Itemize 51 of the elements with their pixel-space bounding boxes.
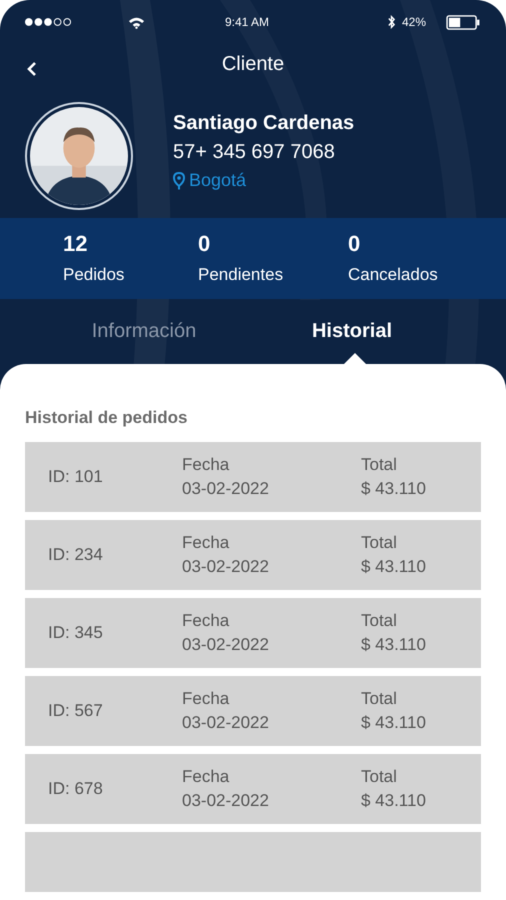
order-date: 03-02-2022: [182, 791, 270, 811]
order-row[interactable]: ID: 234 Fecha 03-02-2022 Total $ 43.110: [25, 520, 481, 590]
date-label: Fecha: [182, 611, 230, 631]
battery-percent: 42%: [402, 15, 426, 30]
location-pin-icon: [173, 172, 185, 190]
order-date: 03-02-2022: [182, 635, 270, 655]
total-label: Total: [361, 611, 398, 631]
order-id: ID: 234: [48, 545, 104, 565]
date-label: Fecha: [182, 455, 230, 475]
screen-title: Cliente: [222, 53, 284, 76]
stat-value: 0: [198, 231, 212, 258]
order-id: ID: 678: [48, 779, 104, 799]
total-label: Total: [361, 689, 398, 709]
order-id: ID: 345: [48, 623, 104, 643]
stat-value: 0: [348, 231, 362, 258]
order-total: $ 43.110: [361, 713, 426, 733]
bluetooth-icon: [386, 15, 396, 30]
order-total: $ 43.110: [361, 791, 426, 811]
order-total: $ 43.110: [361, 557, 426, 577]
order-row[interactable]: ID: 678 Fecha 03-02-2022 Total $ 43.110: [25, 754, 481, 824]
total-label: Total: [361, 767, 398, 787]
signal-icon: [24, 17, 72, 28]
tab[interactable]: Información: [0, 299, 248, 364]
client-name: Santiago Cardenas: [173, 112, 354, 135]
date-label: Fecha: [182, 533, 230, 553]
stat-label: Cancelados: [348, 265, 438, 286]
date-label: Fecha: [182, 767, 230, 787]
order-row[interactable]: ID: 345 Fecha 03-02-2022 Total $ 43.110: [25, 598, 481, 668]
city-label: Bogotá: [189, 170, 246, 191]
order-total: $ 43.110: [361, 479, 426, 499]
status-time: 9:41 AM: [225, 15, 270, 30]
order-date: 03-02-2022: [182, 479, 270, 499]
date-label: Fecha: [182, 689, 230, 709]
order-row[interactable]: ID: 567 Fecha 03-02-2022 Total $ 43.110: [25, 676, 481, 746]
wifi-icon: [128, 16, 145, 29]
total-label: Total: [361, 533, 398, 553]
stat-label: Pedidos: [63, 265, 126, 286]
order-date: 03-02-2022: [182, 713, 270, 733]
tab[interactable]: Historial: [248, 299, 506, 364]
order-date: 03-02-2022: [182, 557, 270, 577]
section-title: Historial de pedidos: [25, 408, 188, 428]
total-label: Total: [361, 455, 398, 475]
order-id: ID: 101: [48, 467, 104, 487]
order-total: $ 43.110: [361, 635, 426, 655]
order-id: ID: 567: [48, 701, 104, 721]
stat-value: 12: [63, 231, 88, 258]
battery-icon: [446, 14, 480, 30]
chevron-left-icon: [26, 60, 38, 77]
order-row[interactable]: ID: 101 Fecha 03-02-2022 Total $ 43.110: [25, 442, 481, 512]
stat-label: Pendientes: [198, 265, 284, 286]
phone-number: 57+ 345 697 7068: [173, 141, 336, 164]
